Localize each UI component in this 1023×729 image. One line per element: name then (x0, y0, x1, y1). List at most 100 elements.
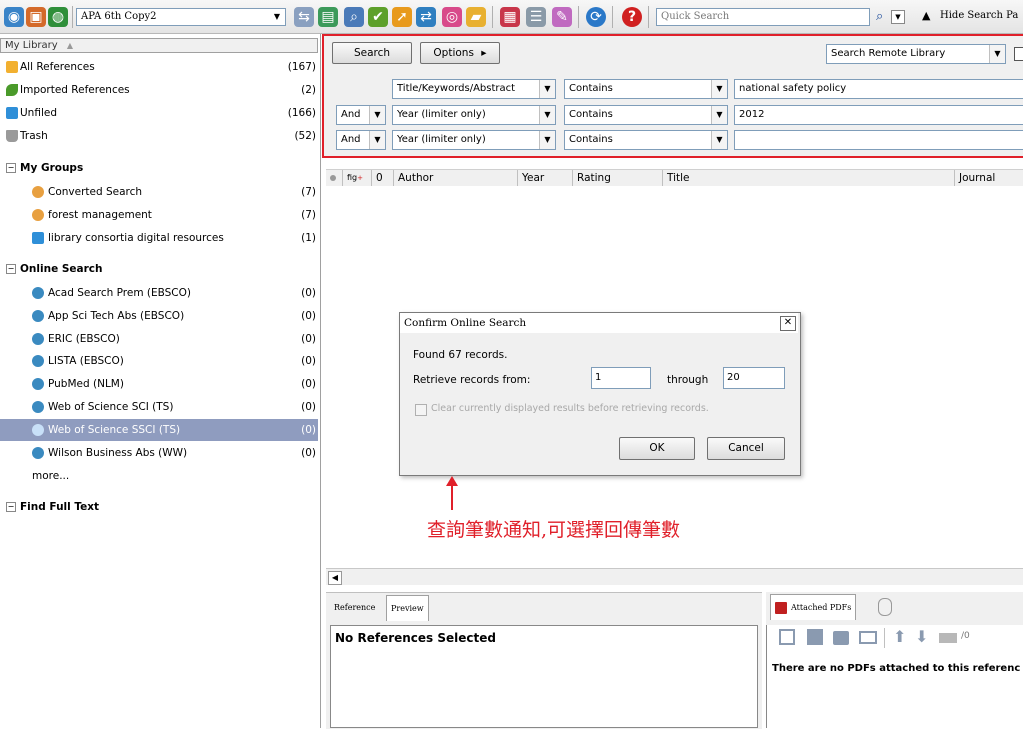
sidebar-item-imported-references[interactable]: Imported References (2) (0, 79, 318, 101)
results-column-header: fig+ 0 Author Year Rating Title Journal (326, 169, 1023, 187)
sidebar-item-all-references[interactable]: All References (167) (0, 56, 318, 78)
tab-preview[interactable]: Preview (386, 595, 429, 621)
online-search-label: Online Search (20, 263, 103, 275)
online-item-label: App Sci Tech Abs (EBSCO) (48, 310, 185, 322)
online-item[interactable]: App Sci Tech Abs (EBSCO) (0) (0, 305, 318, 327)
search-button[interactable]: Search (332, 42, 412, 64)
search-field-select-1[interactable]: Title/Keywords/Abstract ▼ (392, 79, 556, 99)
integrated-mode-icon[interactable]: ◍ (48, 7, 68, 27)
search-field-select-3[interactable]: Year (limiter only) ▼ (392, 130, 556, 150)
online-item-selected[interactable]: Web of Science SSCI (TS) (0) (0, 419, 318, 441)
online-database-icon (32, 333, 44, 345)
search-term-input-3[interactable] (734, 130, 1023, 150)
import-reference-icon[interactable]: ✔ (368, 7, 388, 27)
retrieve-from-input[interactable]: 1 (591, 367, 651, 389)
tab-reference[interactable]: Reference (330, 595, 379, 621)
search-field-select-2[interactable]: Year (limiter only) ▼ (392, 105, 556, 125)
search-options-dropdown[interactable]: ▼ (891, 10, 905, 24)
read-status-column[interactable] (326, 170, 342, 186)
rating-column-label: Rating (577, 172, 611, 184)
open-pdf-icon[interactable] (779, 629, 795, 645)
annotate-pdf-icon[interactable]: ✎ (552, 7, 572, 27)
online-item[interactable]: Acad Search Prem (EBSCO) (0) (0, 282, 318, 304)
export-reference-icon[interactable]: ➚ (392, 7, 412, 27)
format-bibliography-icon[interactable]: ▤ (318, 7, 338, 27)
clear-results-checkbox[interactable] (415, 404, 427, 416)
group-item-forest-management[interactable]: forest management (7) (0, 204, 318, 226)
boolean-select-3[interactable]: And ▼ (336, 130, 386, 150)
local-library-mode-icon[interactable]: ◉ (4, 7, 24, 27)
print-icon[interactable] (833, 631, 849, 645)
online-item[interactable]: PubMed (NLM) (0) (0, 373, 318, 395)
rating-column[interactable]: Rating (572, 170, 662, 186)
online-item[interactable]: LISTA (EBSCO) (0) (0, 350, 318, 372)
preview-pane: No References Selected (330, 625, 758, 728)
online-search-header[interactable]: − Online Search (6, 258, 103, 280)
tab-attached-pdfs[interactable]: Attached PDFs (770, 594, 857, 620)
search-term-value: 2012 (739, 109, 765, 120)
my-library-header[interactable]: My Library ▲ (0, 38, 318, 53)
more-link[interactable]: more... (0, 465, 318, 487)
ok-button[interactable]: OK (619, 437, 695, 460)
year-column[interactable]: Year (517, 170, 572, 186)
online-item[interactable]: Web of Science SCI (TS) (0) (0, 396, 318, 418)
author-column[interactable]: Author (393, 170, 517, 186)
no-pdfs-text: There are no PDFs attached to this refer… (772, 663, 1021, 674)
find-full-text-label: Find Full Text (20, 501, 100, 513)
quick-search-input[interactable]: Quick Search (656, 8, 870, 26)
online-item-label: Acad Search Prem (EBSCO) (48, 287, 191, 299)
figure-column[interactable]: fig+ (342, 170, 371, 186)
attachment-column[interactable]: 0 (371, 170, 393, 186)
group-item-label: library consortia digital resources (48, 232, 224, 244)
collapse-minus-icon[interactable]: − (6, 502, 16, 512)
cancel-button[interactable]: Cancel (707, 437, 785, 460)
close-icon[interactable]: ✕ (780, 316, 796, 331)
journal-column[interactable]: Journal (954, 170, 1023, 186)
online-item[interactable]: ERIC (EBSCO) (0) (0, 328, 318, 350)
remote-library-select[interactable]: Search Remote Library ▼ (826, 44, 1006, 64)
open-file-icon[interactable]: ▰ (466, 7, 486, 27)
all-references-icon (6, 61, 18, 73)
online-item[interactable]: Wilson Business Abs (WW) (0) (0, 442, 318, 464)
match-case-checkbox[interactable] (1014, 47, 1023, 61)
previous-page-icon[interactable]: ⬆ (893, 627, 906, 646)
search-term-input-1[interactable]: national safety policy (734, 79, 1023, 99)
search-operator-select-2[interactable]: Contains ▼ (564, 105, 728, 125)
hide-search-panel-button[interactable]: Hide Search Pa (940, 10, 1018, 21)
search-operator-select-3[interactable]: Contains ▼ (564, 130, 728, 150)
find-full-text-header[interactable]: − Find Full Text (6, 496, 99, 518)
output-style-select[interactable]: APA 6th Copy2 ▼ (76, 8, 286, 26)
online-search-mode-icon[interactable]: ▣ (26, 7, 46, 27)
find-full-text-icon[interactable]: ⇄ (416, 7, 436, 27)
online-search-icon[interactable]: ⌕ (344, 7, 364, 27)
group-item-converted-search[interactable]: Converted Search (7) (0, 181, 318, 203)
retrieve-through-input[interactable]: 20 (723, 367, 785, 389)
sidebar-item-unfiled[interactable]: Unfiled (166) (0, 102, 318, 124)
horizontal-scrollbar[interactable]: ◀ (326, 568, 1023, 585)
help-icon[interactable]: ? (622, 7, 642, 27)
year-column-label: Year (522, 172, 545, 184)
hide-search-arrow-icon[interactable]: ▲ (922, 9, 930, 22)
email-icon[interactable] (859, 631, 877, 644)
title-column[interactable]: Title (662, 170, 954, 186)
attach-paperclip-icon[interactable] (878, 598, 892, 616)
page-number-field[interactable] (939, 633, 957, 643)
boolean-select-2[interactable]: And ▼ (336, 105, 386, 125)
sync-icon[interactable]: ⟳ (586, 7, 606, 27)
next-page-icon[interactable]: ⬇ (915, 627, 928, 646)
sidebar-item-trash[interactable]: Trash (52) (0, 125, 318, 147)
open-link-icon[interactable]: ◎ (442, 7, 462, 27)
save-icon[interactable] (807, 629, 823, 645)
insert-citation-icon[interactable]: ⇆ (294, 7, 314, 27)
group-item-library-consortia[interactable]: library consortia digital resources (1) (0, 227, 318, 249)
edit-reference-icon[interactable]: ☰ (526, 7, 546, 27)
search-icon[interactable]: ⌕ (876, 9, 883, 24)
options-button[interactable]: Options ▸ (420, 42, 500, 64)
scroll-left-icon[interactable]: ◀ (328, 571, 342, 585)
collapse-minus-icon[interactable]: − (6, 264, 16, 274)
search-term-input-2[interactable]: 2012 (734, 105, 1023, 125)
new-reference-icon[interactable]: ▦ (500, 7, 520, 27)
collapse-minus-icon[interactable]: − (6, 163, 16, 173)
search-operator-select-1[interactable]: Contains ▼ (564, 79, 728, 99)
my-groups-header[interactable]: − My Groups (6, 157, 83, 179)
